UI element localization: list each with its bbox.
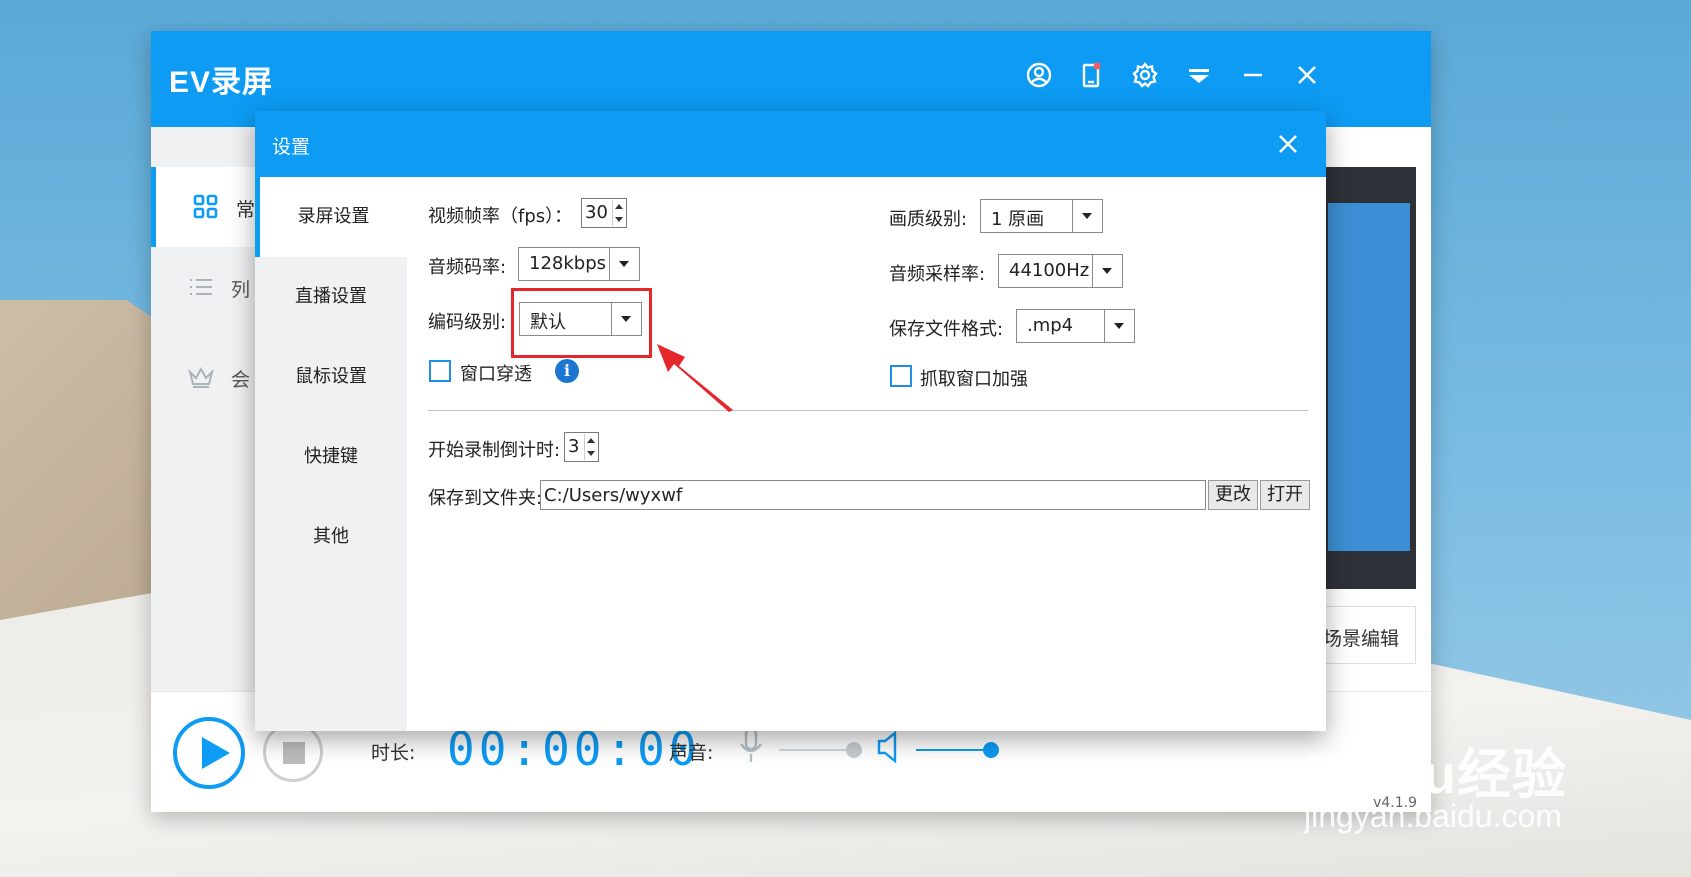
list-icon [190,279,212,295]
speaker-volume-knob[interactable] [983,742,999,758]
save-folder-label: 保存到文件夹: [428,488,543,509]
settings-dialog: 设置 录屏设置 直播设置 鼠标设置 快捷键 其他 视频帧率（fps）： 30 音… [255,111,1326,731]
baidu-watermark: Baidu经验 jingyan.baidu.com [1290,688,1690,838]
dialog-close-icon[interactable] [1274,130,1302,158]
chevron-down-icon[interactable] [1072,200,1102,232]
capture-enhance-label: 抓取窗口加强 [920,369,1028,390]
change-folder-button[interactable]: 更改 [1208,480,1258,510]
save-folder-input[interactable] [541,481,1205,509]
file-format-select[interactable]: .mp4 [1016,309,1135,343]
sample-rate-select[interactable]: 44100Hz [998,254,1123,288]
spin-arrows-icon[interactable] [612,200,625,226]
red-arrow-annotation [657,344,733,412]
sample-rate-label: 音频采样率: [889,264,986,285]
dropdown-menu-icon[interactable] [1185,61,1213,89]
countdown-label: 开始录制倒计时: [428,440,561,461]
chevron-down-icon[interactable] [1092,255,1122,287]
spin-arrows-icon[interactable] [584,434,597,460]
speaker-volume-slider[interactable] [916,749,988,751]
quality-label: 画质级别: [889,209,968,230]
user-icon[interactable] [1025,61,1053,89]
chevron-down-icon[interactable] [609,248,639,280]
info-icon[interactable]: i [555,359,579,383]
fps-value: 30 [585,202,608,223]
dialog-titlebar: 设置 [255,111,1326,177]
tab-record-settings[interactable]: 录屏设置 [255,177,407,257]
quality-value: 1 原画 [991,209,1045,230]
tab-mouse-settings[interactable]: 鼠标设置 [255,337,407,417]
preview-thumbnail [1328,203,1410,551]
settings-gear-icon[interactable] [1131,61,1159,89]
sidebar-item-list[interactable]: 列 [151,247,261,327]
dialog-title: 设置 [272,136,311,158]
sample-rate-value: 44100Hz [1009,260,1090,281]
window-through-checkbox[interactable] [429,360,451,382]
speaker-icon[interactable] [876,730,902,764]
encode-level-label: 编码级别: [428,312,507,333]
audio-bitrate-value: 128kbps [529,253,607,274]
tab-shortcuts[interactable]: 快捷键 [255,417,407,497]
stop-record-button[interactable] [263,722,323,782]
phone-icon[interactable] [1077,61,1105,89]
minimize-icon[interactable] [1239,61,1267,89]
sidebar-item-common[interactable]: 常 [151,167,261,247]
tab-other[interactable]: 其他 [255,497,407,577]
sidebar-item-member[interactable]: 会 [151,337,261,417]
countdown-spinbox[interactable]: 3 [564,432,599,462]
tab-live-settings[interactable]: 直播设置 [255,257,407,337]
countdown-value: 3 [568,436,580,457]
fps-label: 视频帧率（fps）： [428,206,573,227]
screen-preview [1316,167,1416,589]
crown-icon [188,366,214,388]
open-folder-button[interactable]: 打开 [1260,480,1310,510]
file-format-value: .mp4 [1027,315,1074,336]
close-icon[interactable] [1293,61,1321,89]
sound-label: 声音: [669,742,714,764]
fps-spinbox[interactable]: 30 [581,198,627,228]
chevron-down-icon[interactable] [1104,310,1134,342]
scene-edit-label: 场景编辑 [1322,628,1399,650]
app-title: EV录屏 [169,66,274,99]
mic-volume-slider[interactable] [779,749,851,751]
dialog-sidebar: 录屏设置 直播设置 鼠标设置 快捷键 其他 [255,177,407,731]
sidebar-item-label: 常 [236,199,256,221]
watermark-url: jingyan.baidu.com [1304,798,1562,834]
sidebar-item-label: 列 [231,279,251,301]
start-record-button[interactable] [173,717,245,789]
section-divider [428,410,1308,411]
capture-enhance-checkbox[interactable] [890,365,912,387]
mic-volume-knob[interactable] [846,742,862,758]
file-format-label: 保存文件格式: [889,319,1004,340]
audio-bitrate-select[interactable]: 128kbps [518,247,640,281]
quality-select[interactable]: 1 原画 [980,199,1103,233]
highlight-box [511,288,652,358]
audio-bitrate-label: 音频码率: [428,257,507,278]
main-sidebar: 常 列 会 [151,127,261,722]
window-through-label: 窗口穿透 [460,364,532,385]
grid-icon [193,194,218,219]
save-folder-field[interactable] [540,480,1206,510]
microphone-icon[interactable] [738,726,764,766]
sidebar-item-label: 会 [231,369,251,391]
duration-label: 时长: [371,742,416,764]
